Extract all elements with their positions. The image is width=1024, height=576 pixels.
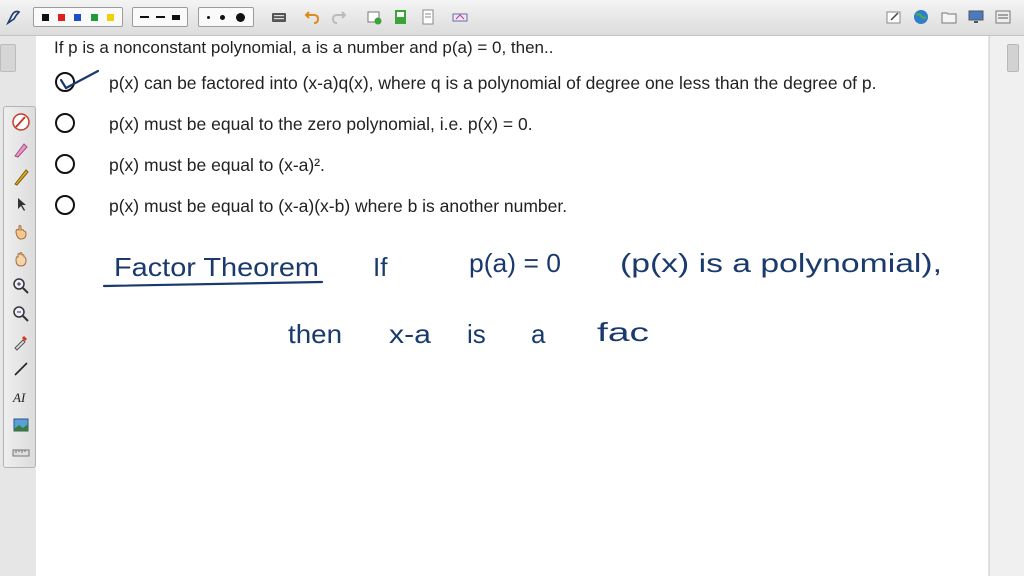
hw-remark: (p(x) is a polynomial), [620,248,942,278]
hw-x-minus-a: x-a [389,319,432,349]
answer-checkmark [59,69,100,90]
hw-a: a [531,319,546,349]
handwriting-layer: Factor Theorem If p(a) = 0 (p(x) is a po… [59,69,942,349]
hw-if: If [373,252,388,282]
hw-fac: fac [597,317,649,347]
hw-heading: Factor Theorem [114,252,319,282]
hw-then: then [288,319,342,349]
hw-is: is [467,319,486,349]
heading-underline [102,280,324,288]
hw-condition: p(a) = 0 [469,248,561,278]
